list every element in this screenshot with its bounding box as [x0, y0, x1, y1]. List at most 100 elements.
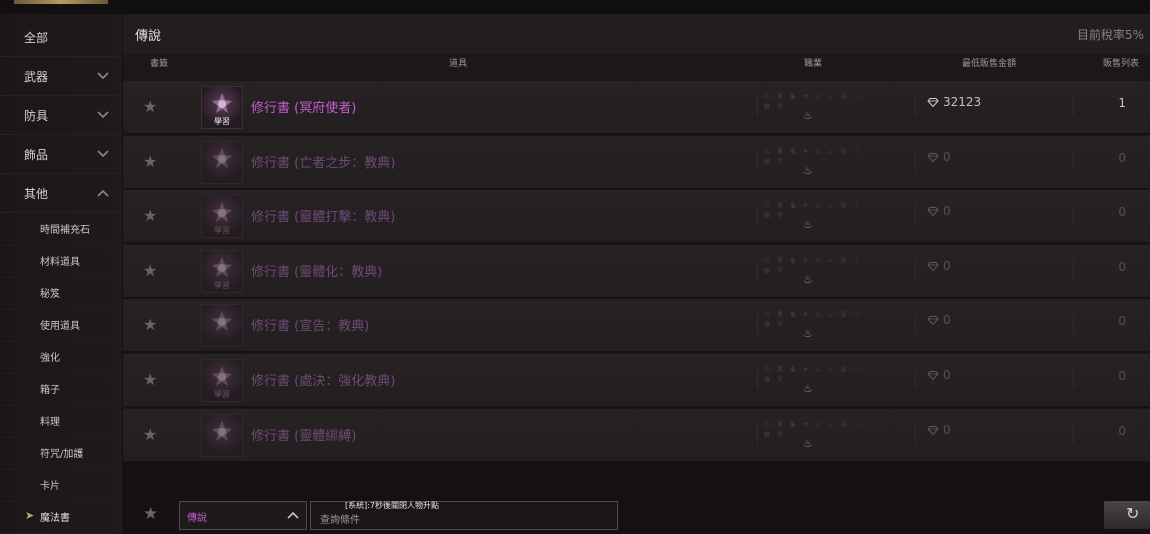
sidebar-subitem-time-stone[interactable]: 時間補充石: [0, 213, 122, 246]
column-header-listings[interactable]: 販售列表: [1103, 56, 1139, 78]
class-icons: ♔ ♜ ♞ ✦ ⚔ ➶ ♛ ✧ ♚ ♆ ♨: [763, 419, 861, 450]
chevron-up-icon: [97, 189, 109, 197]
column-divider: [1073, 423, 1074, 444]
bookmark-star-icon[interactable]: ★: [143, 97, 157, 116]
column-divider: [915, 314, 916, 335]
bookmark-star-icon[interactable]: ★: [143, 315, 157, 334]
search-input[interactable]: [系統]:7秒後關閉人物升點 查詢條件: [310, 501, 618, 530]
bookmark-star-icon[interactable]: ★: [143, 370, 157, 389]
bookmark-star-icon[interactable]: ★: [143, 206, 157, 225]
table-row[interactable]: ★ 修行書 (宣告：教典) ♔ ♜ ♞ ✦ ⚔ ➶ ♛ ✧ ♚ ♆ ♨ 0 0: [123, 299, 1150, 354]
learn-tag: 學習: [214, 280, 230, 290]
item-name: 修行書 (靈體綁縛): [251, 428, 357, 444]
skill-book-icon: [201, 413, 243, 457]
diamond-icon: [927, 98, 939, 107]
sidebar-item-armor[interactable]: 防具: [0, 96, 122, 135]
sidebar-subitem-boxes[interactable]: 箱子: [0, 373, 122, 406]
class-highlight-icon: ♨: [803, 272, 814, 286]
column-divider: [757, 205, 758, 226]
min-price-value: 0: [943, 368, 951, 382]
sidebar-item-other[interactable]: 其他: [0, 174, 122, 213]
table-row[interactable]: ★ 學習 修行書 (處決：強化教典) ♔ ♜ ♞ ✦ ⚔ ➶ ♛ ✧ ♚ ♆ ♨ 0 0: [123, 354, 1150, 408]
min-price: 0: [927, 150, 951, 164]
min-price-value: 0: [943, 258, 951, 273]
sidebar-subitem-materials[interactable]: 材料道具: [0, 245, 122, 278]
class-highlight-icon: ♨: [803, 218, 814, 232]
column-header-item[interactable]: 道具: [449, 56, 467, 78]
item-list-panel: 傳說 目前稅率5% 書籤 道具 職業 最低販售金額 販售列表 ★ 學習 修行書 (冥…: [123, 14, 1150, 463]
table-row[interactable]: ★ 修行書 (亡者之步：教典) ♔ ♜ ♞ ✦ ⚔ ➶ ♛ ✧ ♚ ♆ ♨ 0 0: [123, 135, 1150, 190]
class-icons: ♔ ♜ ♞ ✦ ⚔ ➶ ♛ ✧ ♚ ♆ ♨: [763, 146, 861, 177]
sidebar-subitem-label: 秘笈: [40, 289, 60, 300]
selected-arrow-icon: ➤: [25, 509, 35, 522]
class-highlight-icon: ♨: [803, 163, 814, 177]
sidebar-subitem-cooking[interactable]: 料理: [0, 405, 122, 438]
diamond-icon: [927, 316, 939, 326]
diamond-icon: [927, 425, 939, 435]
sidebar-subitem-magic-book[interactable]: ➤ 魔法書: [0, 501, 122, 534]
column-header-class[interactable]: 職業: [804, 56, 822, 78]
skill-book-icon: 學習: [201, 195, 243, 239]
item-name: 修行書 (靈體打擊：教典): [251, 210, 396, 226]
class-icons: ♔ ♜ ♞ ✦ ⚔ ➶ ♛ ✧ ♚ ♆ ♨: [763, 201, 861, 232]
column-header-min-price[interactable]: 最低販售金額: [962, 56, 1016, 78]
column-divider: [757, 96, 758, 116]
class-highlight-icon: ♨: [803, 109, 814, 122]
sidebar-subitem-secret-book[interactable]: 秘笈: [0, 277, 122, 310]
column-divider: [915, 259, 916, 280]
sidebar-subitem-label: 時間補充石: [40, 225, 90, 236]
item-name: 修行書 (處決：強化教典): [251, 374, 396, 389]
sidebar-item-label: 飾品: [24, 147, 49, 162]
class-icons: ♔ ♜ ♞ ✦ ⚔ ➶ ♛ ✧ ♚ ♆ ♨: [763, 92, 861, 122]
column-divider: [915, 96, 916, 116]
sidebar-item-all[interactable]: 全部: [0, 18, 122, 57]
diamond-icon: [927, 152, 939, 162]
sidebar-item-weapons[interactable]: 武器: [0, 57, 122, 96]
listing-count: 0: [1118, 314, 1126, 329]
column-divider: [757, 369, 758, 389]
chevron-up-icon: [287, 511, 299, 519]
table-row[interactable]: ★ 修行書 (靈體綁縛) ♔ ♜ ♞ ✦ ⚔ ➶ ♛ ✧ ♚ ♆ ♨ 0 0: [123, 408, 1150, 463]
table-row[interactable]: ★ 學習 修行書 (冥府使者) ♔ ♜ ♞ ✦ ⚔ ➶ ♛ ✧ ♚ ♆ ♨ 32123 1: [123, 81, 1150, 135]
min-price-value: 0: [943, 149, 951, 164]
page-title: 傳說: [135, 29, 162, 44]
grade-dropdown[interactable]: 傳說: [179, 501, 307, 530]
bookmark-star-icon[interactable]: ★: [143, 152, 157, 171]
column-divider: [1073, 259, 1074, 280]
sidebar-subitem-enhance[interactable]: 強化: [0, 341, 122, 374]
top-decoration: [14, 0, 108, 4]
sidebar-item-accessories[interactable]: 飾品: [0, 135, 122, 174]
diamond-icon: [927, 207, 939, 217]
bookmark-star-icon[interactable]: ★: [143, 425, 157, 444]
min-price-value: 32123: [943, 95, 982, 109]
favorites-filter-star-icon[interactable]: ★: [143, 504, 158, 524]
sidebar-item-label: 武器: [24, 69, 49, 84]
column-header-bookmark[interactable]: 書籤: [150, 56, 168, 78]
min-price: 0: [927, 423, 951, 437]
learn-tag: 學習: [214, 117, 230, 126]
top-bar: [0, 0, 1150, 14]
sidebar-subitem-cards[interactable]: 卡片: [0, 469, 122, 502]
skill-book-icon: 學習: [201, 359, 243, 402]
sidebar-subitem-label: 材料道具: [40, 257, 80, 268]
sidebar-subitem-consumables[interactable]: 使用道具: [0, 309, 122, 342]
item-name: 修行書 (冥府使者): [251, 101, 357, 116]
chevron-down-icon: [97, 72, 109, 80]
refresh-button[interactable]: ↻: [1104, 501, 1150, 529]
column-divider: [915, 150, 916, 171]
tax-rate: 目前稅率5%: [1076, 28, 1144, 42]
sidebar-item-label: 全部: [24, 30, 49, 45]
sidebar-subitem-label: 料理: [40, 417, 60, 428]
table-row[interactable]: ★ 學習 修行書 (靈體打擊：教典) ♔ ♜ ♞ ✦ ⚔ ➶ ♛ ✧ ♚ ♆ ♨ 0 0: [123, 190, 1150, 245]
grade-dropdown-value: 傳說: [187, 513, 207, 524]
sidebar: 全部 武器 防具 飾品 其他 時間補充石 材料道具 秘笈 使用道具 強化 箱子 …: [0, 14, 122, 534]
bookmark-star-icon[interactable]: ★: [143, 261, 157, 280]
listing-count: 0: [1118, 369, 1126, 383]
class-icons: ♔ ♜ ♞ ✦ ⚔ ➶ ♛ ✧ ♚ ♆ ♨: [763, 310, 861, 341]
panel-header: 傳說 目前稅率5%: [123, 14, 1150, 54]
table-row[interactable]: ★ 學習 修行書 (靈體化：教典) ♔ ♜ ♞ ✦ ⚔ ➶ ♛ ✧ ♚ ♆ ♨ 0 0: [123, 244, 1150, 299]
column-divider: [1073, 314, 1074, 335]
listing-count: 0: [1118, 150, 1126, 165]
sidebar-subitem-charms[interactable]: 符咒/加護: [0, 437, 122, 470]
min-price-value: 0: [943, 422, 951, 437]
